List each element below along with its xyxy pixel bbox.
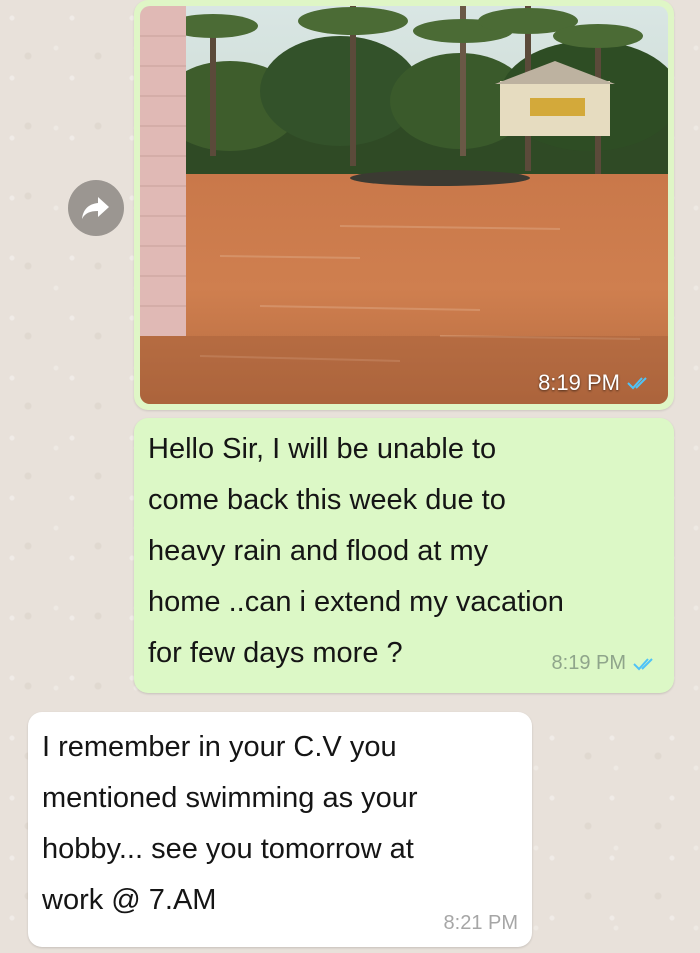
double-check-icon (633, 657, 653, 670)
image-timestamp: 8:19 PM (538, 370, 654, 396)
double-check-icon (627, 377, 647, 390)
sent-message-text: Hello Sir, I will be unable to come back… (148, 433, 564, 669)
received-message-timestamp: 8:21 PM (443, 912, 518, 934)
sent-time-label: 8:19 PM (551, 652, 626, 674)
image-message-bubble[interactable]: 8:19 PM (134, 0, 674, 410)
forward-button[interactable] (68, 180, 124, 236)
sent-message-timestamp: 8:19 PM (552, 652, 658, 675)
received-message-bubble[interactable]: I remember in your C.V you mentioned swi… (28, 712, 532, 947)
flood-photo-image (140, 6, 668, 404)
sent-message-bubble[interactable]: Hello Sir, I will be unable to come back… (134, 418, 674, 693)
received-message-text: I remember in your C.V you mentioned swi… (42, 731, 418, 916)
image-time-label: 8:19 PM (538, 370, 620, 395)
flood-photo[interactable]: 8:19 PM (140, 6, 668, 404)
forward-arrow-icon (82, 197, 109, 219)
